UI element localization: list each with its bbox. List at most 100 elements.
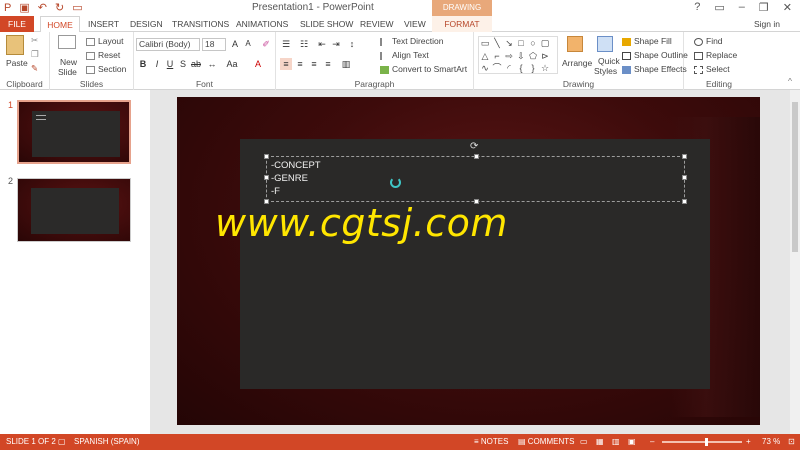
resize-handle[interactable] <box>264 154 269 159</box>
italic-icon[interactable]: I <box>151 58 163 70</box>
bullets-icon[interactable]: ☰ <box>280 38 292 50</box>
reset-button[interactable]: Reset <box>86 50 120 60</box>
slide-text-line-2[interactable]: -GENRE <box>271 173 308 184</box>
slide-thumbnail-1[interactable] <box>17 100 131 164</box>
scrollbar-thumb[interactable] <box>792 102 798 252</box>
resize-handle[interactable] <box>682 154 687 159</box>
align-right-icon[interactable]: ≡ <box>308 58 320 70</box>
slide-text-line-1[interactable]: -CONCEPT <box>271 160 321 171</box>
textbox-shape-icon[interactable]: ▭ <box>480 38 490 48</box>
shape-outline-button[interactable]: Shape Outline <box>622 50 688 60</box>
resize-handle[interactable] <box>264 175 269 180</box>
close-icon[interactable]: ✕ <box>783 1 792 14</box>
tab-home[interactable]: HOME <box>40 16 80 33</box>
zoom-out-icon[interactable]: – <box>650 434 654 450</box>
block-arrow-down-icon[interactable]: ⇩ <box>516 51 526 61</box>
tab-insert[interactable]: INSERT <box>88 16 119 32</box>
grow-font-icon[interactable]: A <box>229 38 241 50</box>
new-slide-icon[interactable] <box>58 35 76 49</box>
align-center-icon[interactable]: ≡ <box>294 58 306 70</box>
shrink-font-icon[interactable]: A <box>242 38 254 50</box>
tab-animations[interactable]: ANIMATIONS <box>236 16 288 32</box>
new-slide-label-2[interactable]: Slide <box>58 67 77 77</box>
help-icon[interactable]: ? <box>694 1 700 14</box>
font-name-combo[interactable]: Calibri (Body) <box>136 38 200 51</box>
slide-sorter-icon[interactable]: ▦ <box>596 434 604 450</box>
columns-icon[interactable]: ▥ <box>340 58 352 70</box>
collapse-ribbon-icon[interactable]: ^ <box>788 76 792 86</box>
undo-icon[interactable]: ↶ <box>38 1 47 15</box>
tab-slide-show[interactable]: SLIDE SHOW <box>300 16 353 32</box>
paste-icon[interactable] <box>6 35 24 55</box>
sign-in-link[interactable]: Sign in <box>754 16 780 32</box>
notes-button[interactable]: ≡ NOTES <box>474 434 508 450</box>
quick-styles-label-1[interactable]: Quick <box>598 56 620 66</box>
increase-indent-icon[interactable]: ⇥ <box>330 38 342 50</box>
font-size-combo[interactable]: 18 <box>202 38 226 51</box>
quick-styles-label-2[interactable]: Styles <box>594 66 617 76</box>
convert-smartart-button[interactable]: Convert to SmartArt <box>380 64 467 74</box>
slide-show-icon[interactable]: ▣ <box>628 434 636 450</box>
zoom-slider-thumb[interactable] <box>705 438 708 446</box>
find-button[interactable]: Find <box>694 36 723 46</box>
rotate-handle-icon[interactable]: ⟳ <box>470 141 478 152</box>
rounded-rect-shape-icon[interactable]: ▢ <box>540 38 550 48</box>
line-spacing-icon[interactable]: ↕ <box>346 38 358 50</box>
chevron-shape-icon[interactable]: ⊳ <box>540 51 550 61</box>
brace-left-shape-icon[interactable]: { <box>516 63 526 73</box>
curve-shape-icon[interactable]: ⌒ <box>492 63 502 73</box>
triangle-shape-icon[interactable]: △ <box>480 51 490 61</box>
zoom-level[interactable]: 73 % <box>762 434 780 450</box>
vertical-scrollbar[interactable] <box>790 90 800 434</box>
numbering-icon[interactable]: ☷ <box>298 38 310 50</box>
align-left-icon[interactable]: ≡ <box>280 58 292 70</box>
line-shape-icon[interactable]: ╲ <box>492 38 502 48</box>
tab-view[interactable]: VIEW <box>404 16 426 32</box>
arc-shape-icon[interactable]: ◜ <box>504 63 514 73</box>
pentagon-shape-icon[interactable]: ⬠ <box>528 51 538 61</box>
arrow-shape-icon[interactable]: ↘ <box>504 38 514 48</box>
layout-button[interactable]: Layout <box>86 36 124 46</box>
tab-file[interactable]: FILE <box>0 16 34 32</box>
ribbon-display-icon[interactable]: ▭ <box>714 1 724 14</box>
tab-transitions[interactable]: TRANSITIONS <box>172 16 229 32</box>
text-direction-button[interactable]: Text Direction <box>380 36 444 46</box>
save-icon[interactable]: ▣ <box>19 1 29 15</box>
resize-handle[interactable] <box>682 199 687 204</box>
section-button[interactable]: Section <box>86 64 126 74</box>
bold-icon[interactable]: B <box>137 58 149 70</box>
paste-button[interactable]: Paste <box>6 58 28 68</box>
reading-view-icon[interactable]: ▥ <box>612 434 620 450</box>
comments-button[interactable]: ▤ COMMENTS <box>518 434 574 450</box>
star-shape-icon[interactable]: ☆ <box>540 63 550 73</box>
block-arrow-right-icon[interactable]: ⇨ <box>504 51 514 61</box>
new-slide-label-1[interactable]: New <box>60 57 77 67</box>
shape-effects-button[interactable]: Shape Effects <box>622 64 687 74</box>
resize-handle[interactable] <box>474 154 479 159</box>
restore-icon[interactable]: ❐ <box>759 1 769 14</box>
clear-formatting-icon[interactable]: ✐ <box>260 38 272 50</box>
copy-icon[interactable]: ❐ <box>31 49 39 60</box>
arrange-button[interactable]: Arrange <box>562 58 592 68</box>
spell-check-icon[interactable]: ▢ <box>58 434 66 450</box>
resize-handle[interactable] <box>682 175 687 180</box>
cut-icon[interactable]: ✂ <box>31 35 38 46</box>
start-from-beginning-icon[interactable]: ▭ <box>72 1 82 15</box>
minimize-icon[interactable]: – <box>739 1 745 14</box>
replace-button[interactable]: Replace <box>694 50 737 60</box>
language-status[interactable]: SPANISH (SPAIN) <box>74 434 140 450</box>
slide-thumbnail-2[interactable] <box>17 178 131 242</box>
tab-review[interactable]: REVIEW <box>360 16 394 32</box>
tab-format[interactable]: FORMAT <box>432 16 492 32</box>
select-button[interactable]: Select <box>694 64 730 74</box>
quick-styles-icon[interactable] <box>597 36 613 52</box>
underline-icon[interactable]: U <box>164 58 176 70</box>
oval-shape-icon[interactable]: ○ <box>528 38 538 48</box>
format-painter-icon[interactable]: ✎ <box>31 63 38 74</box>
content-rectangle[interactable]: ⟳ -CONCEPT -GENRE -F <box>240 139 710 389</box>
slide-canvas[interactable]: ⟳ -CONCEPT -GENRE -F <box>177 97 760 425</box>
slide-text-line-3[interactable]: -F <box>271 186 280 197</box>
justify-icon[interactable]: ≡ <box>322 58 334 70</box>
align-text-button[interactable]: Align Text <box>380 50 429 60</box>
redo-icon[interactable]: ↻ <box>55 1 64 15</box>
